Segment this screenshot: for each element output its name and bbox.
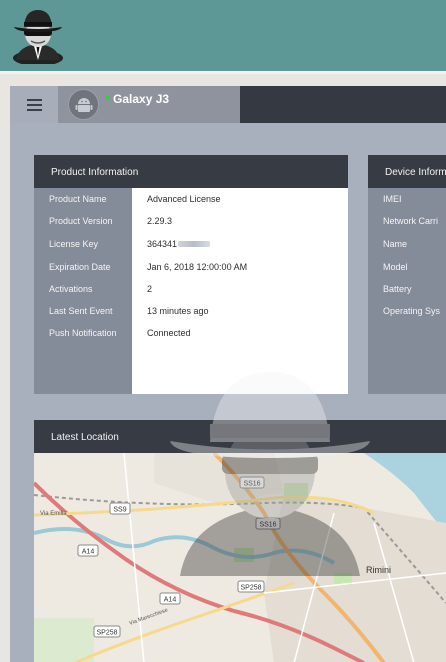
app-bar: Galaxy J3 <box>10 86 446 123</box>
product-info-values: Advanced License 2.29.3 364341 Jan 6, 20… <box>132 188 348 394</box>
device-name: Galaxy J3 <box>113 92 170 106</box>
map-label-a14-a: A14 <box>82 549 95 556</box>
app-frame: Galaxy J3 Product Information Product Na… <box>10 86 446 662</box>
top-bar <box>0 0 446 74</box>
value-expiration-date: Jan 6, 2018 12:00:00 AM <box>147 262 248 272</box>
label-product-name: Product Name <box>49 194 107 204</box>
value-product-version: 2.29.3 <box>147 216 173 226</box>
map-label-rimini: Rimini <box>366 565 391 575</box>
label-activations: Activations <box>49 284 93 294</box>
license-key-text: 364341 <box>147 239 178 249</box>
value-activations: 2 <box>147 284 153 294</box>
map-label-ss16-b: SS16 <box>259 522 276 529</box>
map-label-via-marecchiese: Via Marecchiese <box>129 607 169 627</box>
label-network-carrier: Network Carri <box>383 216 439 226</box>
location-map[interactable]: SS16 SS16 SS9 A14 A14 SP258 SP258 Via Em… <box>34 453 446 662</box>
product-information-header: Product Information <box>34 155 348 188</box>
map-label-a14-b: A14 <box>164 597 177 604</box>
device-information-card: Device Inform IMEI Network Carri Name Mo… <box>368 155 446 394</box>
value-last-sent-event: 13 minutes ago <box>147 306 209 316</box>
online-status-dot <box>105 95 110 100</box>
android-icon <box>68 89 99 120</box>
device-tab[interactable]: Galaxy J3 <box>58 86 240 123</box>
label-battery: Battery <box>383 284 412 294</box>
label-license-key: License Key <box>49 239 99 249</box>
product-information-card: Product Information Product Name Product… <box>34 155 348 394</box>
value-license-key: 364341 <box>147 239 211 249</box>
label-operating-system: Operating Sys <box>383 306 441 316</box>
label-model: Model <box>383 262 408 272</box>
map-label-ss16-a: SS16 <box>243 481 260 488</box>
latest-location-header: Latest Location <box>34 420 446 453</box>
spy-agent-icon[interactable] <box>12 6 64 64</box>
map-label-via-emilia: Via Emilia <box>40 511 67 517</box>
value-push-notification: Connected <box>147 328 191 338</box>
product-info-labels: Product Name Product Version License Key… <box>34 188 132 394</box>
label-last-sent-event: Last Sent Event <box>49 306 113 316</box>
label-expiration-date: Expiration Date <box>49 262 111 272</box>
label-name: Name <box>383 239 408 249</box>
label-imei: IMEI <box>383 194 402 204</box>
redacted-blur <box>178 241 211 247</box>
label-push-notification: Push Notification <box>49 328 117 338</box>
latest-location-card: Latest Location SS16 SS16 SS9 A14 A14 SP… <box>34 420 446 662</box>
device-information-header: Device Inform <box>368 155 446 188</box>
label-product-version: Product Version <box>49 216 113 226</box>
map-canvas: SS16 SS16 SS9 A14 A14 SP258 SP258 Via Em… <box>34 453 446 662</box>
map-label-sp258-a: SP258 <box>240 585 261 592</box>
hamburger-menu-icon[interactable] <box>10 86 58 123</box>
map-label-ss9: SS9 <box>113 507 126 514</box>
map-label-sp258-b: SP258 <box>96 630 117 637</box>
value-product-name: Advanced License <box>147 194 221 204</box>
